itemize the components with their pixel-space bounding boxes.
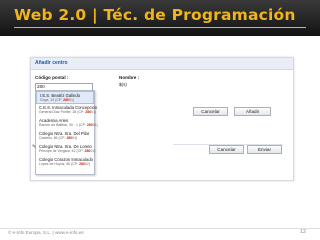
suggestion-item[interactable]: Colegio Ntra. Sra. De Loreto Principe de… [36,143,96,156]
autocomplete-dropdown: I.E.S. Beatriz Galindo Goya, 10 (CP: 280… [35,90,98,175]
suggestion-address: General Díaz Porlier, 28 (CP: 28001) [39,110,97,114]
title-underline [14,27,306,28]
suggestion-item[interactable]: Colegio Ntra. Sra. Del Pilar Castello, 5… [36,130,94,143]
panel-header: Añadir centro [31,58,293,70]
name-label: Nombre : [119,75,140,80]
cancel-button-secondary[interactable]: Cancelar [209,145,244,154]
suggestion-item[interactable]: C.E.S. Inmaculada Concepcion General Día… [36,104,97,117]
suggestion-item[interactable]: I.E.S. Beatriz Galindo Goya, 10 (CP: 280… [36,91,94,104]
name-value: $(s) [119,82,127,87]
slide-title-bar: Web 2.0 | Téc. de Programación [0,0,320,36]
postal-code-label: Código postal : [35,75,69,80]
footer-copyright: © e-Info Europa, S.L. | www.e-info.es [8,230,84,235]
add-button[interactable]: Añadir [234,107,271,116]
suggestion-item[interactable]: Colegio Corazon Inmaculado Lopez de Hoyo… [36,156,94,169]
suggestion-address: Lopez de Hoyos, 56 (CP: 28002) [39,162,90,166]
footer-divider [0,228,320,229]
pencil-icon: ✎ [32,144,37,150]
suggestion-address: Goya, 10 (CP: 28001) [40,98,75,102]
slide-title: Web 2.0 | Téc. de Programación [14,6,296,24]
suggestion-address: Principe de Vergara, 42 (CP: 28001) [39,149,96,153]
suggestion-item[interactable]: Academia Aries Ramón de Baltbar, 30 - 1 … [36,117,98,130]
add-center-panel: Añadir centro Código postal : Nombre : $… [30,57,294,181]
suggestion-address: Ramón de Baltbar, 30 - 1 (CP: 28001) [39,123,98,127]
page-number: 12 [300,229,307,235]
cancel-button[interactable]: Cancelar [193,107,228,116]
send-button[interactable]: Enviar [247,145,282,154]
suggestion-address: Castello, 56 (CP: 28001) [39,136,78,140]
